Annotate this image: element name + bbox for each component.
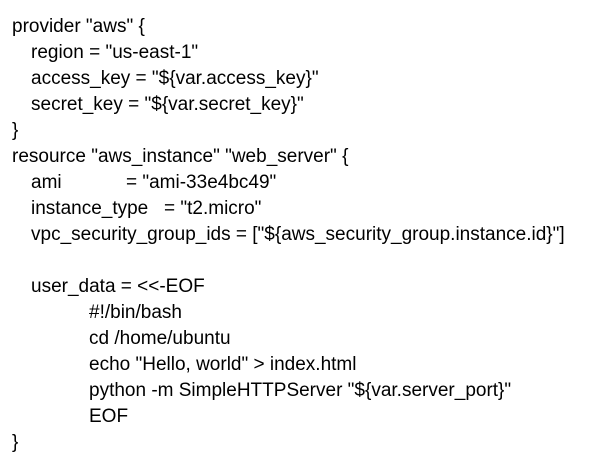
code-document: provider "aws" { region = "us-east-1" ac…: [0, 0, 610, 460]
code-line: vpc_security_group_ids = ["${aws_securit…: [31, 224, 565, 245]
code-line: }: [12, 120, 19, 141]
code-line: = "ami-33e4bc49": [126, 172, 277, 193]
code-line: secret_key = "${var.secret_key}": [31, 94, 304, 115]
code-line: echo "Hello, world" > index.html: [89, 354, 357, 375]
code-line: resource "aws_instance" "web_server" {: [12, 146, 349, 167]
code-line: = "t2.micro": [164, 198, 262, 219]
code-line: region = "us-east-1": [31, 42, 199, 63]
code-line: python -m SimpleHTTPServer "${var.server…: [89, 380, 512, 401]
code-line: }: [12, 432, 19, 453]
code-line: cd /home/ubuntu: [89, 328, 231, 349]
code-line: EOF: [89, 406, 129, 427]
code-line: instance_type: [31, 198, 149, 219]
code-line: access_key = "${var.access_key}": [31, 68, 319, 89]
code-line: user_data = <<-EOF: [31, 276, 205, 297]
code-line: provider "aws" {: [12, 16, 145, 37]
code-line: #!/bin/bash: [89, 302, 182, 323]
code-line: ami: [31, 172, 62, 193]
